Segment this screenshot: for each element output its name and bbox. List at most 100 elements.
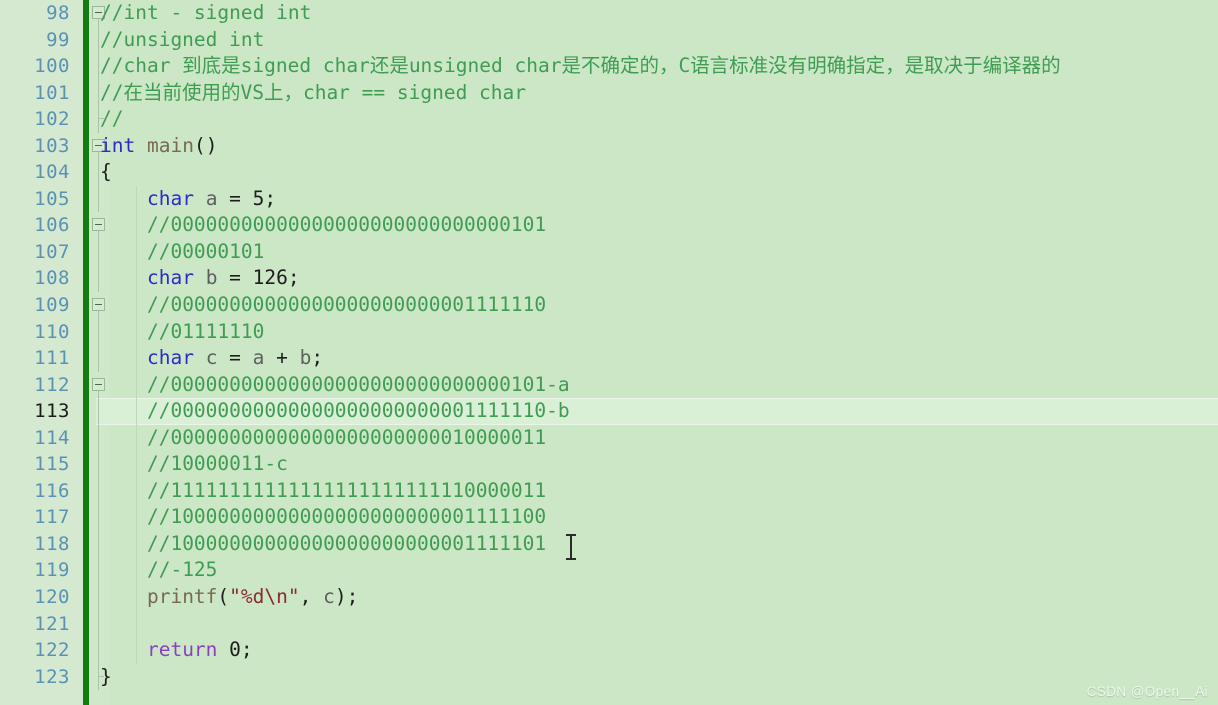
code-line[interactable]: 110 //01111110 — [0, 318, 1218, 346]
code-line-text[interactable]: //int - signed int — [100, 0, 311, 27]
code-line[interactable]: 122 return 0; — [0, 637, 1218, 664]
code-token: //10000000000000000000000001111101 — [146, 531, 547, 555]
line-number: 107 — [34, 240, 70, 263]
code-line[interactable]: 114 //00000000000000000000000010000011 — [0, 424, 1218, 452]
code-token: //00000000000000000000000001111110-b — [146, 399, 570, 423]
code-line-text[interactable]: //00000000000000000000000000000101 — [100, 212, 546, 239]
code-line-text[interactable]: //00000000000000000000000001111110-b — [100, 398, 570, 425]
code-line[interactable]: 120 printf("%d\n", c); — [0, 584, 1218, 611]
fold-region-line — [98, 185, 99, 213]
code-line-text[interactable]: } — [100, 664, 112, 691]
line-number: 110 — [34, 320, 70, 343]
code-line-text[interactable]: //10000000000000000000000001111101 — [100, 531, 546, 558]
code-line[interactable]: 105 char a = 5; — [0, 185, 1218, 213]
code-line[interactable]: 116 //11111111111111111111111110000011 — [0, 477, 1218, 505]
code-token: { — [100, 160, 112, 184]
code-line-text[interactable]: //在当前使用的VS上，char == signed char — [100, 80, 526, 107]
line-number: 115 — [34, 453, 70, 476]
code-token: //01111110 — [146, 319, 265, 343]
code-line[interactable]: 111 char c = a + b; — [0, 345, 1218, 372]
fold-column[interactable] — [89, 610, 109, 638]
code-token: + — [264, 346, 300, 370]
code-line-text[interactable]: // — [100, 106, 123, 133]
code-line-text[interactable]: //00000000000000000000000001111110 — [100, 292, 546, 319]
line-number: 108 — [34, 267, 70, 290]
code-line-text[interactable]: char c = a + b; — [100, 345, 323, 372]
code-line-text[interactable]: //char 到底是signed char还是unsigned char是不确定… — [100, 53, 1061, 80]
fold-region-line — [98, 79, 99, 107]
code-line-text[interactable]: //unsigned int — [100, 27, 264, 54]
code-line[interactable]: 121 — [0, 610, 1218, 638]
code-token: //10000000000000000000000001111100 — [146, 505, 547, 529]
code-line[interactable]: 100 //char 到底是signed char还是unsigned char是… — [0, 53, 1218, 80]
code-line[interactable]: 101 //在当前使用的VS上，char == signed char — [0, 79, 1218, 107]
code-line[interactable]: 119 //-125 — [0, 557, 1218, 585]
code-line[interactable]: 99 //unsigned int — [0, 26, 1218, 54]
code-token: main — [146, 133, 194, 157]
code-line-text[interactable]: //00000101 — [100, 239, 264, 266]
code-line[interactable]: 112 //00000000000000000000000000000101-a — [0, 371, 1218, 399]
line-number: 119 — [34, 559, 70, 582]
code-line[interactable]: 117 //10000000000000000000000001111100 — [0, 504, 1218, 531]
code-line-text[interactable]: //00000000000000000000000010000011 — [100, 425, 546, 452]
code-line-text[interactable]: char b = 126; — [100, 265, 300, 292]
line-number: 118 — [34, 532, 70, 555]
code-lines-container[interactable]: 98 //int - signed int 99 //unsigned int 100 /… — [0, 0, 1218, 705]
code-line[interactable]: 107 //00000101 — [0, 238, 1218, 266]
code-line-text[interactable]: //00000000000000000000000000000101-a — [100, 372, 570, 399]
code-line-text[interactable]: //10000011-c — [100, 451, 288, 478]
code-token: ; — [311, 346, 324, 370]
code-line-text[interactable]: int main() — [100, 133, 217, 160]
fold-region-line — [98, 530, 99, 558]
code-token: = — [217, 346, 253, 370]
code-line-text[interactable]: //-125 — [100, 557, 217, 584]
code-line[interactable]: 109 //00000000000000000000000001111110 — [0, 292, 1218, 319]
code-line[interactable]: 104 { — [0, 159, 1218, 186]
code-token: //int - signed int — [100, 1, 312, 24]
code-token: ; — [287, 266, 300, 290]
code-token: = — [217, 266, 253, 290]
code-token: () — [193, 133, 218, 157]
code-line[interactable]: 98 //int - signed int — [0, 0, 1218, 27]
fold-region-line — [98, 637, 99, 664]
code-line-text[interactable]: return 0; — [100, 637, 253, 664]
fold-region-line — [98, 265, 99, 293]
code-line-text[interactable]: //10000000000000000000000001111100 — [100, 504, 546, 531]
code-line-text[interactable]: printf("%d\n", c); — [100, 584, 358, 611]
code-editor-view: 98 //int - signed int 99 //unsigned int 100 /… — [0, 0, 1218, 705]
code-line[interactable]: 113 //00000000000000000000000001111110-b — [0, 398, 1218, 425]
line-number: 116 — [34, 479, 70, 502]
code-token: //在当前使用的VS上，char == signed char — [100, 80, 527, 104]
code-line[interactable]: 115 //10000011-c — [0, 451, 1218, 478]
line-number: 114 — [34, 426, 70, 449]
line-number: 99 — [46, 28, 70, 51]
code-line-text[interactable]: //11111111111111111111111110000011 — [100, 478, 546, 505]
code-line[interactable]: 108 char b = 126; — [0, 265, 1218, 293]
code-line[interactable]: 102 // — [0, 106, 1218, 133]
code-line-text[interactable]: { — [100, 159, 112, 186]
line-number: 117 — [34, 506, 70, 529]
line-number: 101 — [34, 81, 70, 104]
fold-region-line — [98, 451, 99, 478]
code-line-text[interactable]: char a = 5; — [100, 186, 276, 213]
code-line[interactable]: 103 int main() — [0, 133, 1218, 160]
code-line[interactable]: 106 //00000000000000000000000000000101 — [0, 212, 1218, 239]
code-line-text[interactable]: //01111110 — [100, 319, 264, 346]
fold-region-line — [98, 53, 99, 80]
code-line[interactable]: 123} — [0, 663, 1218, 691]
code-token: //00000000000000000000000010000011 — [146, 425, 547, 449]
code-token: char — [146, 186, 194, 210]
code-line[interactable]: 118 //10000000000000000000000001111101 — [0, 530, 1218, 558]
